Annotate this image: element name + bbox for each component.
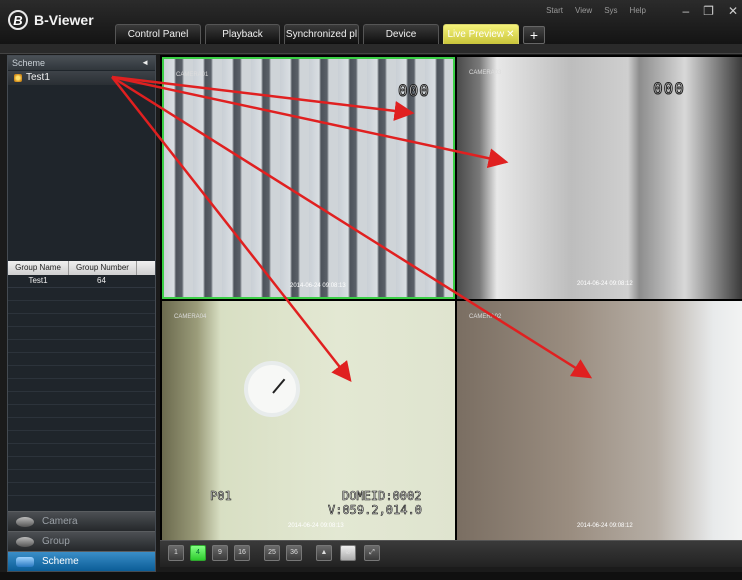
- layout-toolbar: 1 4 9 16 25 36 ▲ ⊘ ⤢: [160, 540, 742, 567]
- group-name-cell: Test1: [28, 276, 48, 285]
- restore-icon[interactable]: ❐: [703, 4, 714, 18]
- sub-header-strip: [0, 44, 742, 54]
- tab-live-preview[interactable]: Live Preview ✕: [443, 24, 519, 44]
- add-tab-button[interactable]: +: [523, 26, 545, 44]
- osd-ptz-position: V:059.2,014.0: [328, 503, 423, 518]
- camera-view-2[interactable]: CAMERA03 000 2014-06-24 09:08:12: [457, 57, 742, 299]
- tab-device[interactable]: Device: [363, 24, 439, 44]
- layout-4-button[interactable]: 4: [190, 545, 206, 561]
- camera-view-1[interactable]: CAMERA01 000 2014-06-24 09:08:13: [162, 57, 455, 299]
- window-controls: – ❐ ✕: [682, 4, 738, 18]
- column-group-name[interactable]: Group Name: [8, 261, 69, 275]
- group-icon: [16, 536, 34, 547]
- tab-playback[interactable]: Playback: [205, 24, 280, 44]
- layout-16-button[interactable]: 16: [234, 545, 250, 561]
- group-number-cell: 64: [97, 276, 106, 285]
- stop-record-icon[interactable]: ⊘: [340, 545, 356, 561]
- group-table-header: Group Name Group Number: [8, 261, 155, 275]
- collapse-icon[interactable]: ◄: [141, 56, 149, 70]
- osd-number: 000: [653, 79, 685, 99]
- sidebar-nav: Camera Group Scheme: [8, 511, 155, 571]
- layout-9-button[interactable]: 9: [212, 545, 228, 561]
- scheme-item-icon: [14, 74, 22, 82]
- nav-group-label: Group: [42, 536, 70, 547]
- nav-scheme-button[interactable]: Scheme: [8, 551, 155, 571]
- nav-camera-label: Camera: [42, 516, 78, 527]
- menu-sys[interactable]: Sys: [604, 6, 617, 15]
- column-group-number[interactable]: Group Number: [69, 261, 137, 275]
- camera-timestamp: 2014-06-24 09:08:13: [290, 283, 346, 289]
- scheme-tree: Test1: [8, 71, 155, 261]
- camera-timestamp: 2014-06-24 09:08:12: [577, 281, 633, 287]
- camera-label: CAMERA01: [176, 72, 209, 78]
- fullscreen-icon[interactable]: ⤢: [364, 545, 380, 561]
- camera-timestamp: 2014-06-24 09:08:12: [577, 523, 633, 529]
- tab-control-panel[interactable]: Control Panel: [115, 24, 201, 44]
- main-tabs: Control Panel Playback Synchronized pl D…: [115, 24, 545, 44]
- app-logo: B B-Viewer: [8, 8, 94, 32]
- menu-view[interactable]: View: [575, 6, 592, 15]
- camera-view-3[interactable]: CAMERA04 P01 DOMEID:0002 V:059.2,014.0 2…: [162, 301, 455, 540]
- osd-number: 000: [398, 81, 430, 101]
- wall-clock-image: [244, 361, 300, 417]
- minimize-icon[interactable]: –: [682, 4, 689, 18]
- tree-item-test1[interactable]: Test1: [8, 71, 155, 85]
- nav-scheme-label: Scheme: [42, 556, 79, 567]
- logo-icon: B: [8, 10, 28, 30]
- close-icon[interactable]: ✕: [728, 4, 738, 18]
- camera-icon: [16, 516, 34, 527]
- title-bar: B B-Viewer Control Panel Playback Synchr…: [0, 0, 742, 44]
- menu-start[interactable]: Start: [546, 6, 563, 15]
- camera-label: CAMERA02: [469, 314, 502, 320]
- scheme-icon: [16, 556, 34, 567]
- status-bar: [0, 572, 742, 580]
- tab-live-preview-label: Live Preview: [447, 29, 505, 40]
- top-menu: Start View Sys Help: [546, 6, 646, 15]
- eject-icon[interactable]: ▲: [316, 545, 332, 561]
- table-row[interactable]: Test1 64: [8, 275, 155, 288]
- layout-1-button[interactable]: 1: [168, 545, 184, 561]
- nav-group-button[interactable]: Group: [8, 531, 155, 551]
- scheme-header: Scheme ◄: [8, 56, 155, 70]
- camera-view-4[interactable]: CAMERA02 2014-06-24 09:08:12: [457, 301, 742, 540]
- layout-36-button[interactable]: 36: [286, 545, 302, 561]
- osd-preset: P01: [210, 489, 232, 504]
- close-tab-icon[interactable]: ✕: [506, 29, 514, 40]
- layout-25-button[interactable]: 25: [264, 545, 280, 561]
- app-title: B-Viewer: [34, 12, 94, 28]
- camera-timestamp: 2014-06-24 09:08:13: [288, 523, 344, 529]
- menu-help[interactable]: Help: [630, 6, 646, 15]
- scheme-header-label: Scheme: [12, 58, 46, 68]
- video-grid: CAMERA01 000 2014-06-24 09:08:13 CAMERA0…: [160, 55, 742, 540]
- camera-label: CAMERA04: [174, 314, 207, 320]
- group-table-body: Test1 64: [8, 275, 155, 496]
- osd-dome-id: DOMEID:0002: [342, 489, 422, 504]
- nav-camera-button[interactable]: Camera: [8, 511, 155, 531]
- camera-label: CAMERA03: [469, 70, 502, 76]
- tree-item-label: Test1: [26, 72, 50, 83]
- sidebar: Scheme ◄ Test1 Group Name Group Number T…: [7, 55, 156, 572]
- tab-synchronized-playback[interactable]: Synchronized pl: [284, 24, 359, 44]
